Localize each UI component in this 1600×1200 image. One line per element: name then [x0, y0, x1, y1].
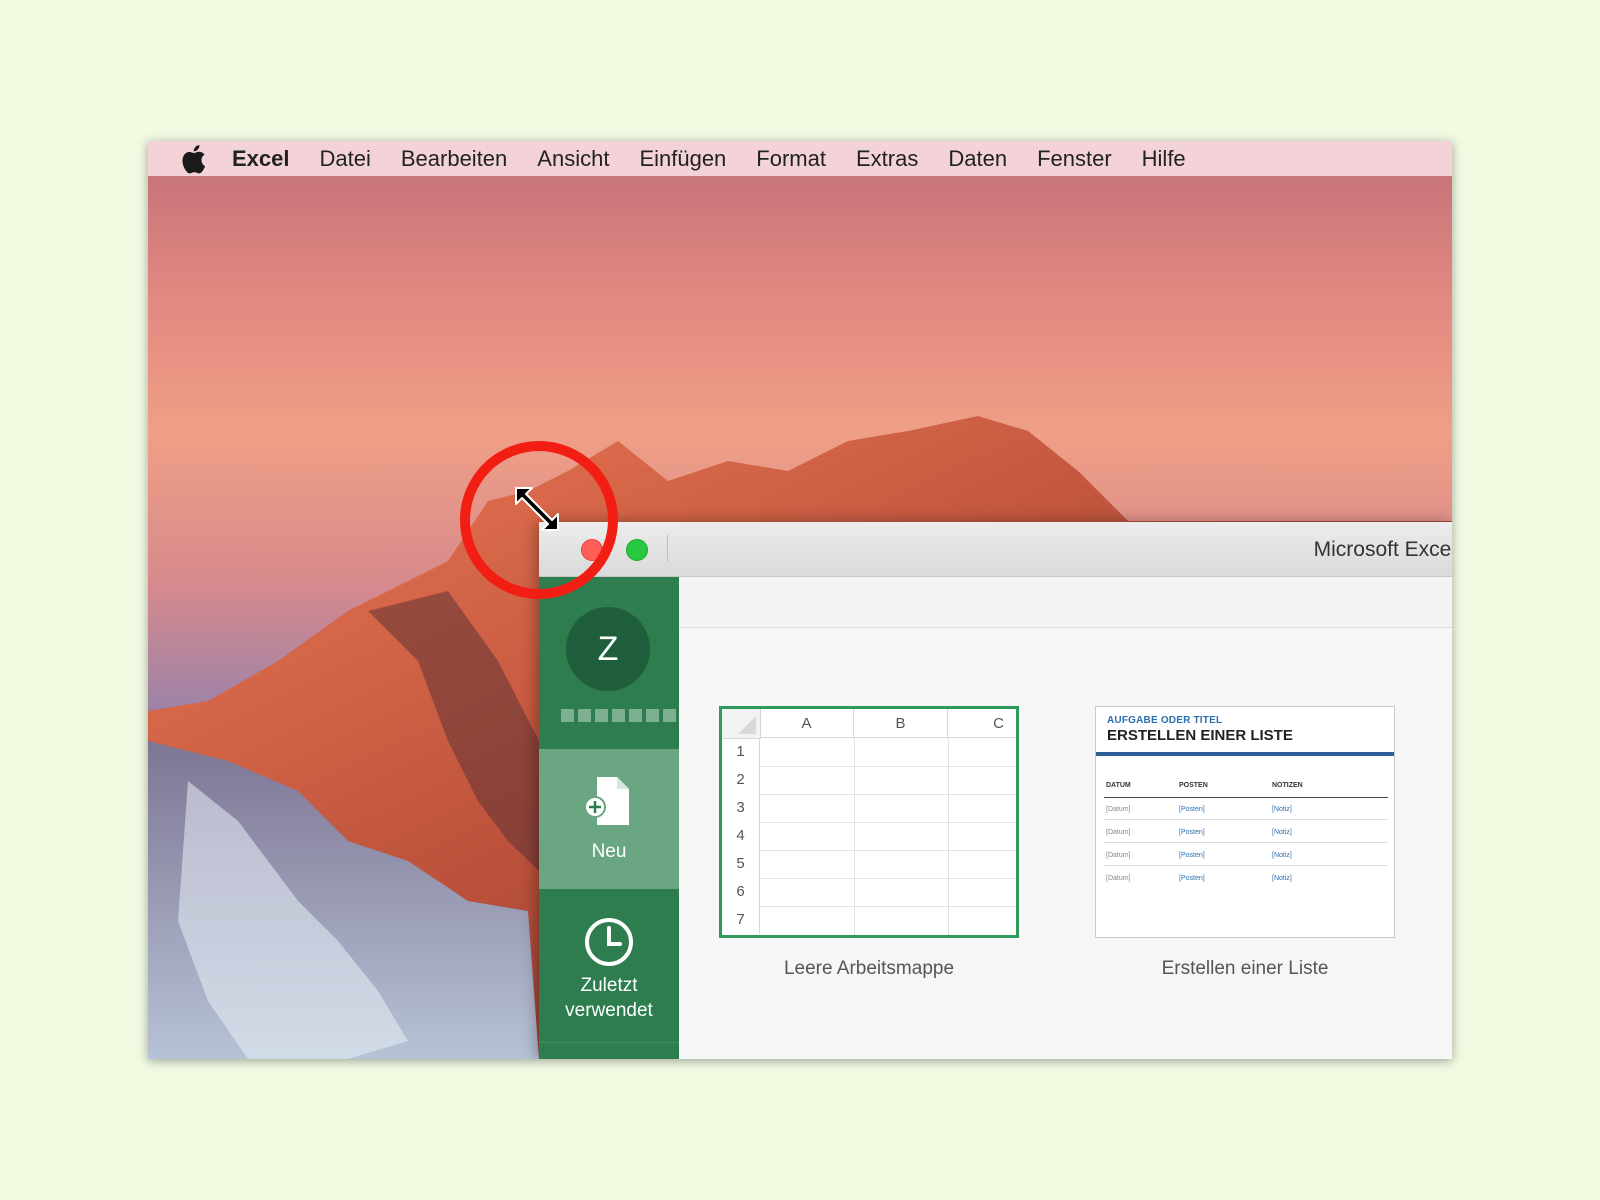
menu-ansicht[interactable]: Ansicht [537, 146, 609, 172]
gridline [948, 738, 949, 935]
menu-hilfe[interactable]: Hilfe [1142, 146, 1186, 172]
sidebar-item-neu[interactable]: Neu [539, 749, 679, 889]
sidebar-item-label-line1: Zuletzt [580, 975, 638, 996]
menu-bearbeiten[interactable]: Bearbeiten [401, 146, 507, 172]
list-cell: [Posten] [1179, 852, 1205, 859]
gridline [854, 738, 855, 935]
list-cell: [Posten] [1179, 806, 1205, 813]
row-header: 6 [722, 878, 760, 906]
create-list-thumbnail[interactable]: AUFGABE ODER TITEL ERSTELLEN EINER LISTE… [1095, 706, 1395, 938]
list-title: ERSTELLEN EINER LISTE [1107, 727, 1293, 744]
template-caption: Leere Arbeitsmappe [783, 958, 955, 979]
blank-workbook-thumbnail[interactable]: A B C 1 2 3 4 5 6 7 [719, 706, 1019, 938]
row-header: 7 [722, 906, 760, 934]
list-header-datum: DATUM [1106, 782, 1131, 789]
list-cell: [Notiz] [1272, 806, 1292, 813]
window-title: Microsoft Excel [1313, 538, 1452, 561]
diagonal-resize-cursor-icon [515, 487, 559, 531]
gridline [760, 850, 1016, 851]
menu-datei[interactable]: Datei [320, 146, 371, 172]
mini-spreadsheet: A B C 1 2 3 4 5 6 7 [722, 709, 1016, 935]
template-gallery: A B C 1 2 3 4 5 6 7 Leere Arbeitsmappe A… [679, 628, 1452, 1059]
menu-format[interactable]: Format [756, 146, 826, 172]
column-header-a: A [760, 709, 854, 738]
sidebar-divider [539, 1042, 679, 1043]
menu-app-excel[interactable]: Excel [232, 146, 290, 172]
gridline [760, 906, 1016, 907]
list-cell: [Notiz] [1272, 829, 1292, 836]
list-cell: [Datum] [1106, 829, 1131, 836]
list-cell: [Datum] [1106, 852, 1131, 859]
column-header-c: C [948, 709, 1016, 738]
row-header: 5 [722, 850, 760, 878]
list-cell: [Notiz] [1272, 875, 1292, 882]
clock-icon [585, 918, 633, 966]
mac-screen: Excel Datei Bearbeiten Ansicht Einfügen … [148, 141, 1452, 1059]
sidebar-item-label: Neu [591, 841, 627, 862]
list-header-line [1104, 797, 1388, 798]
list-cell: [Posten] [1179, 829, 1205, 836]
gridline [760, 822, 1016, 823]
template-create-list[interactable]: AUFGABE ODER TITEL ERSTELLEN EINER LISTE… [1095, 706, 1395, 980]
apple-logo-icon[interactable] [180, 144, 206, 174]
list-cell: [Datum] [1106, 806, 1131, 813]
list-row-line [1104, 865, 1388, 866]
list-cell: [Notiz] [1272, 852, 1292, 859]
gallery-sidebar: Z Neu Zuletzt verwendet [539, 577, 679, 1059]
list-header-notizen: NOTIZEN [1272, 782, 1303, 789]
list-cell: [Datum] [1106, 875, 1131, 882]
user-avatar[interactable]: Z [566, 607, 650, 691]
list-subtitle: AUFGABE ODER TITEL [1107, 715, 1223, 726]
row-header: 1 [722, 738, 760, 766]
row-header: 4 [722, 822, 760, 850]
window-titlebar[interactable]: Microsoft Excel [539, 522, 1452, 577]
menu-extras[interactable]: Extras [856, 146, 918, 172]
menu-daten[interactable]: Daten [948, 146, 1007, 172]
sidebar-item-zuletzt-verwendet[interactable]: Zuletzt verwendet [539, 889, 679, 1029]
zoom-window-button[interactable] [626, 539, 648, 561]
template-caption: Erstellen einer Liste [1161, 958, 1329, 979]
list-title-rule [1096, 752, 1394, 756]
gridline [760, 766, 1016, 767]
select-all-corner [722, 709, 761, 739]
row-header: 2 [722, 766, 760, 794]
row-header: 3 [722, 794, 760, 822]
list-header-posten: POSTEN [1179, 782, 1208, 789]
list-cell: [Posten] [1179, 875, 1205, 882]
list-row-line [1104, 819, 1388, 820]
list-row-line [1104, 842, 1388, 843]
template-blank-workbook[interactable]: A B C 1 2 3 4 5 6 7 Leere Arbeitsmappe [719, 706, 1019, 980]
gridline [760, 794, 1016, 795]
excel-window: Microsoft Excel Z Neu Zuletzt verwendet … [539, 522, 1452, 1059]
menu-einfuegen[interactable]: Einfügen [639, 146, 726, 172]
user-name-blurred [561, 709, 676, 722]
titlebar-separator [667, 534, 668, 562]
menu-fenster[interactable]: Fenster [1037, 146, 1112, 172]
toolbar-area [679, 577, 1452, 628]
sidebar-item-label-line2: verwendet [565, 1000, 653, 1021]
column-header-b: B [854, 709, 948, 738]
menu-bar: Excel Datei Bearbeiten Ansicht Einfügen … [148, 141, 1452, 176]
new-document-icon [584, 777, 629, 825]
gridline [760, 878, 1016, 879]
